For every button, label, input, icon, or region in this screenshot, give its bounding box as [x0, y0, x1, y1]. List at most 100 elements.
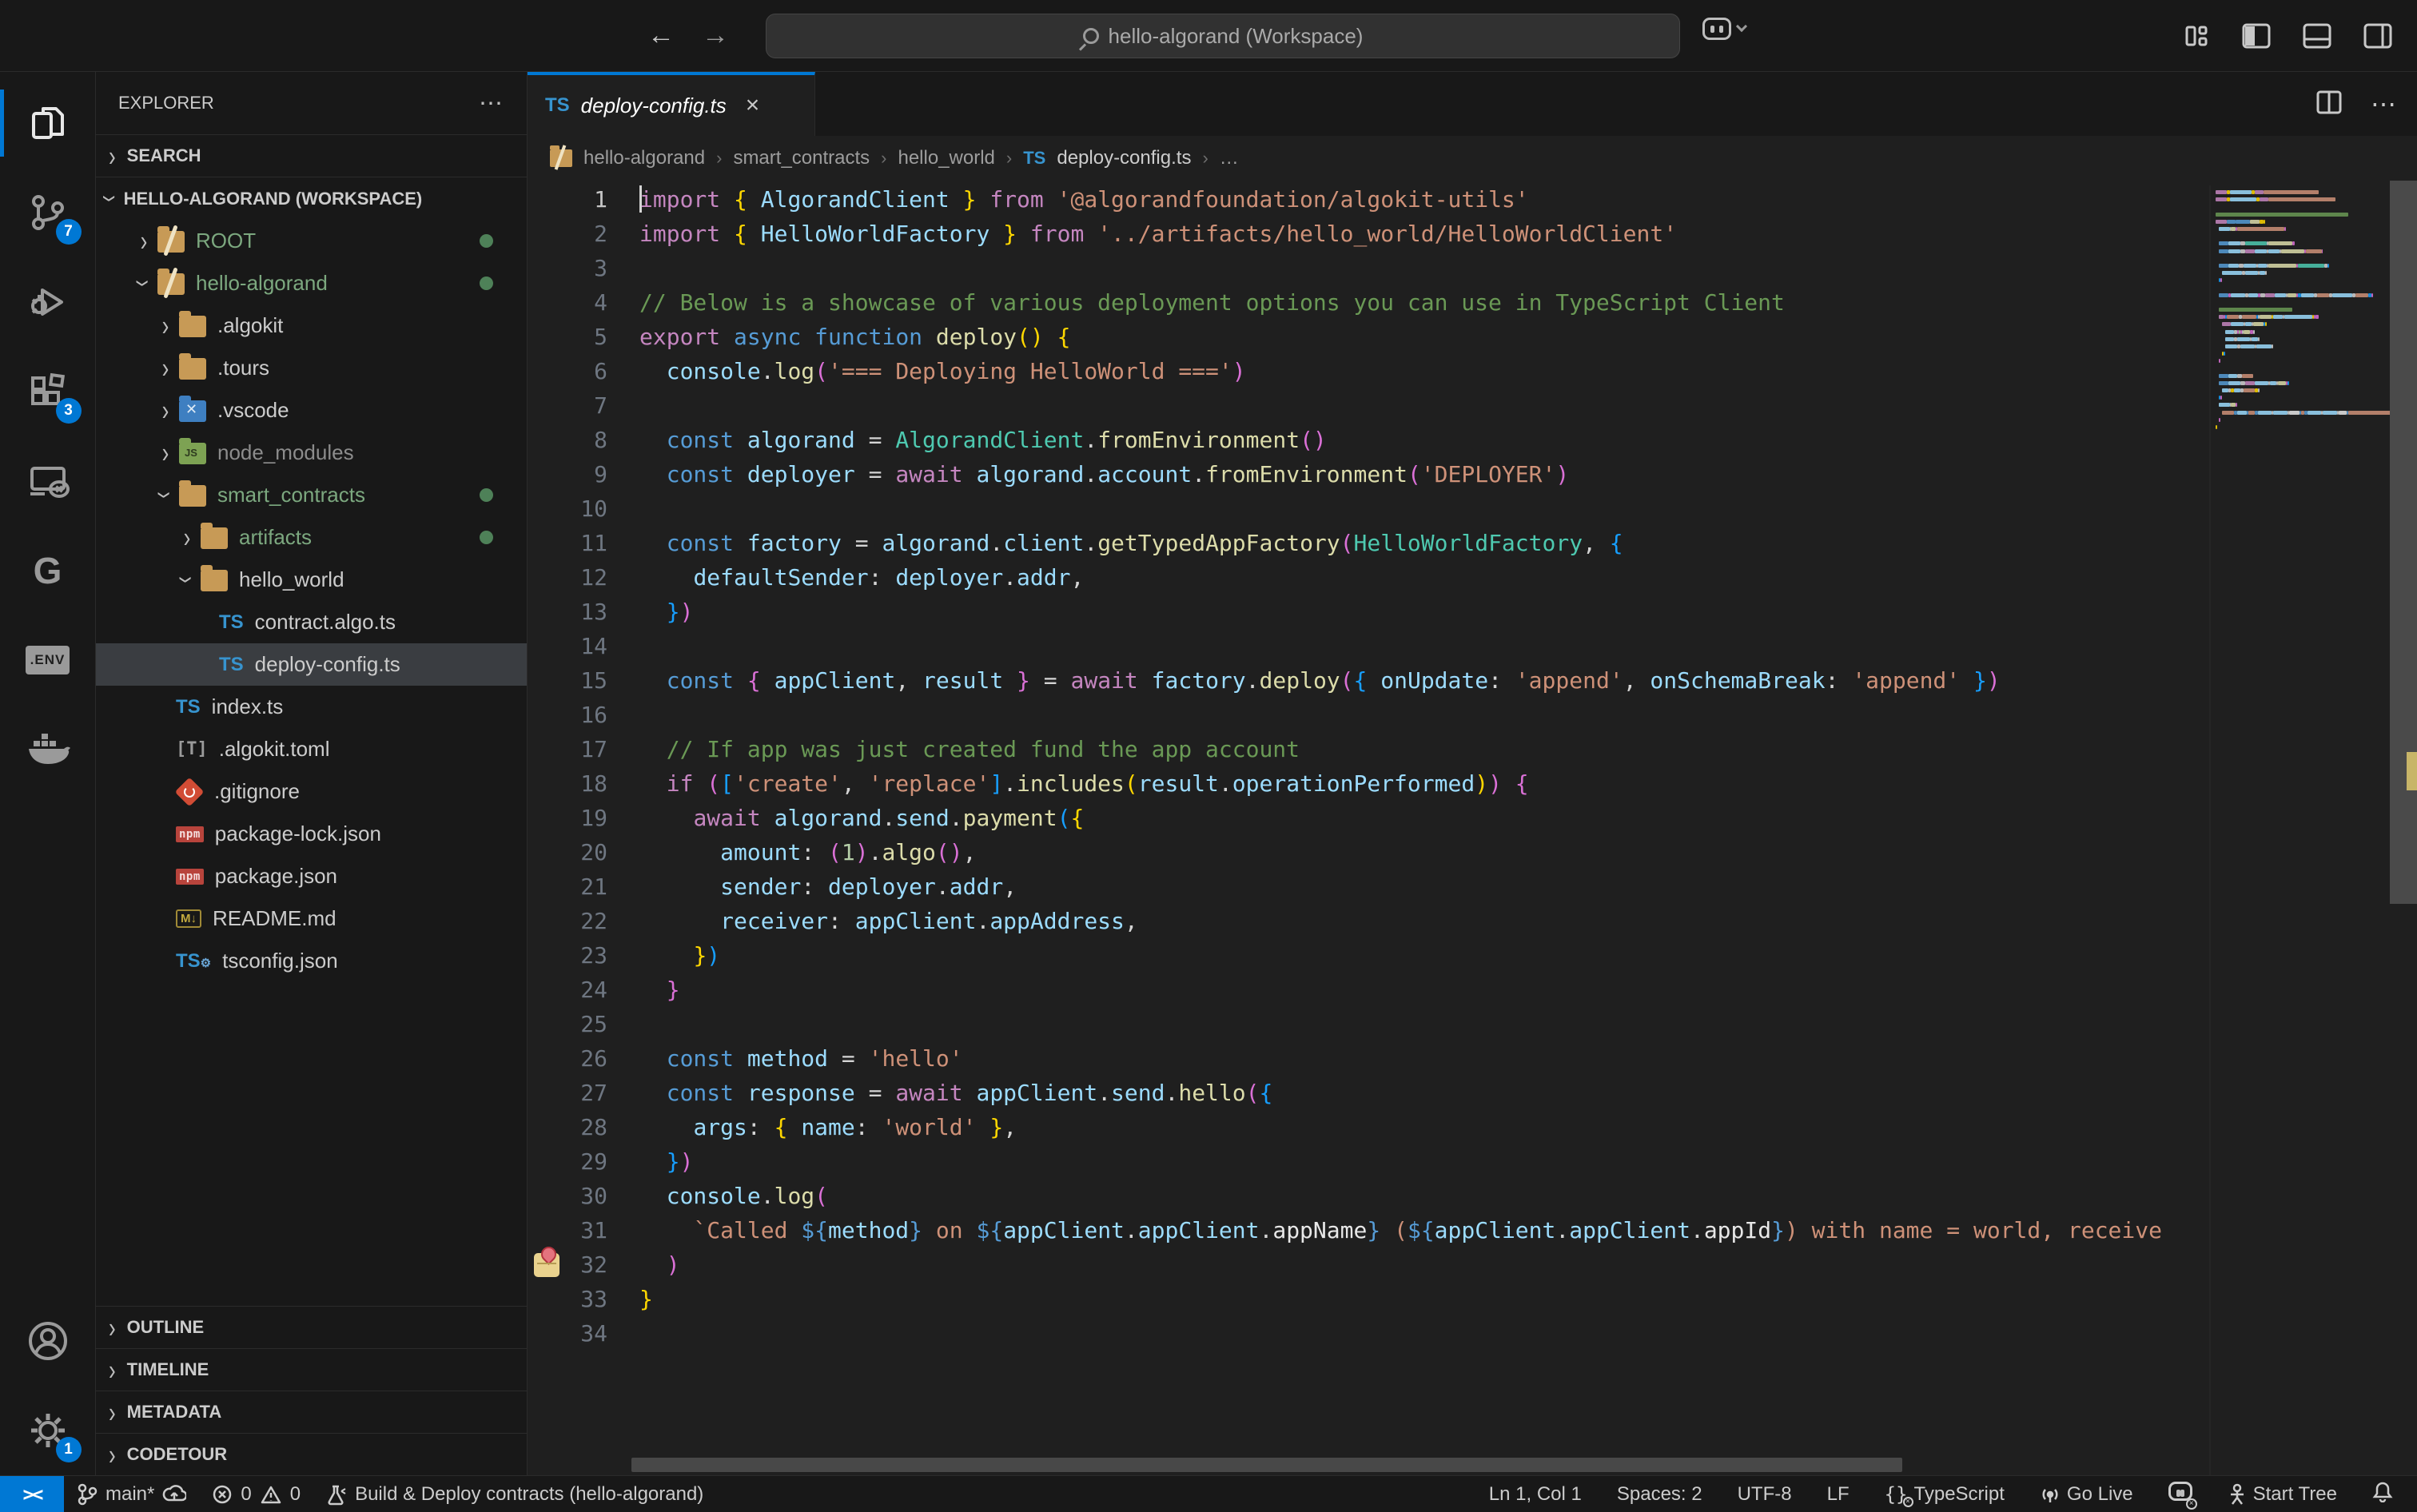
account-icon[interactable] — [0, 1296, 96, 1386]
code-line[interactable]: 27 const response = await appClient.send… — [528, 1076, 2209, 1110]
code-line[interactable]: 3 — [528, 251, 2209, 285]
breadcrumb-item[interactable]: deploy-config.ts — [1057, 147, 1191, 169]
code-line[interactable]: 34 — [528, 1316, 2209, 1351]
vertical-scrollbar[interactable] — [2390, 181, 2417, 1475]
branch-status[interactable]: main* — [64, 1476, 199, 1512]
breadcrumb-item[interactable]: hello_world — [898, 147, 994, 169]
code-line[interactable]: 20 amount: (1).algo(), — [528, 835, 2209, 869]
tree-item--algokit-toml[interactable]: [T].algokit.toml — [96, 728, 527, 770]
toggle-secondary-sidebar-icon[interactable] — [2363, 22, 2393, 50]
cursor-position-status[interactable]: Ln 1, Col 1 — [1489, 1483, 1582, 1506]
code-line[interactable]: 5export async function deploy() { — [528, 320, 2209, 354]
remote-explorer-icon[interactable] — [0, 436, 96, 526]
docker-icon[interactable] — [0, 705, 96, 794]
code-line[interactable]: 11 const factory = algorand.client.getTy… — [528, 526, 2209, 560]
code-line[interactable]: 19 await algorand.send.payment({ — [528, 801, 2209, 835]
tree-item-tsconfig-json[interactable]: TS⚙tsconfig.json — [96, 940, 527, 982]
code-line[interactable]: 31 `Called ${method} on ${appClient.appC… — [528, 1213, 2209, 1247]
code-line[interactable]: 13 }) — [528, 595, 2209, 629]
tree-item--algokit[interactable]: ›.algokit — [96, 304, 527, 347]
code-line[interactable]: 30 console.log( — [528, 1179, 2209, 1213]
code-line[interactable]: 18 if (['create', 'replace'].includes(re… — [528, 766, 2209, 801]
extensions-icon[interactable]: 3 — [0, 347, 96, 436]
code-line[interactable]: 17 // If app was just created fund the a… — [528, 732, 2209, 766]
tree-item-contract-algo-ts[interactable]: TScontract.algo.ts — [96, 601, 527, 643]
task-status[interactable]: Build & Deploy contracts (hello-algorand… — [313, 1476, 716, 1512]
command-center[interactable]: hello-algorand (Workspace) — [766, 14, 1680, 58]
code-line[interactable]: 8 const algorand = AlgorandClient.fromEn… — [528, 423, 2209, 457]
tree-item-hello-world[interactable]: ›hello_world — [96, 559, 527, 601]
code-line[interactable]: 26 const method = 'hello' — [528, 1041, 2209, 1076]
code-line[interactable]: 6 console.log('=== Deploying HelloWorld … — [528, 354, 2209, 388]
workspace-header[interactable]: › HELLO-ALGORAND (WORKSPACE) — [96, 177, 527, 220]
section-metadata[interactable]: ›METADATA — [96, 1391, 527, 1433]
code-editor[interactable]: 1import { AlgorandClient } from '@algora… — [528, 181, 2417, 1475]
code-line[interactable]: 7 — [528, 388, 2209, 423]
dotenv-icon[interactable]: .ENV — [0, 615, 96, 705]
code-line[interactable]: 33} — [528, 1282, 2209, 1316]
code-line[interactable]: 12 defaultSender: deployer.addr, — [528, 560, 2209, 595]
code-line[interactable]: 1import { AlgorandClient } from '@algora… — [528, 182, 2209, 217]
tree-item-package-json[interactable]: npmpackage.json — [96, 855, 527, 897]
nav-back-icon[interactable]: ← — [647, 20, 675, 51]
code-line[interactable]: 25 — [528, 1007, 2209, 1041]
tab-close-icon[interactable]: × — [746, 92, 760, 119]
encoding-status[interactable]: UTF-8 — [1738, 1483, 1792, 1506]
code-line[interactable]: 29 }) — [528, 1144, 2209, 1179]
tree-item-hello-algorand[interactable]: ›hello-algorand — [96, 262, 527, 304]
tree-item-smart-contracts[interactable]: ›smart_contracts — [96, 474, 527, 516]
language-status[interactable]: {}× TypeScript — [1885, 1476, 2005, 1512]
customize-layout-icon[interactable] — [2182, 22, 2211, 50]
copilot-status-icon[interactable]: × — [2168, 1482, 2192, 1506]
tree-item-node-modules[interactable]: ›node_modules — [96, 432, 527, 474]
section-outline[interactable]: ›OUTLINE — [96, 1306, 527, 1348]
code-line[interactable]: 22 receiver: appClient.appAddress, — [528, 904, 2209, 938]
code-lines[interactable]: 1import { AlgorandClient } from '@algora… — [528, 181, 2209, 1475]
code-line[interactable]: 4// Below is a showcase of various deplo… — [528, 285, 2209, 320]
remote-indicator[interactable]: >< — [0, 1476, 64, 1512]
code-line[interactable]: 2import { HelloWorldFactory } from '../a… — [528, 217, 2209, 251]
tree-item-package-lock-json[interactable]: npmpackage-lock.json — [96, 813, 527, 855]
tree-item-readme-md[interactable]: M↓README.md — [96, 897, 527, 940]
editor-more-actions-icon[interactable]: ⋯ — [2371, 89, 2396, 119]
tab-deploy-config[interactable]: TS deploy-config.ts × — [528, 72, 815, 136]
horizontal-scrollbar[interactable] — [631, 1458, 1902, 1472]
code-line[interactable]: 16 — [528, 698, 2209, 732]
code-line[interactable]: 14 — [528, 629, 2209, 663]
go-live-status[interactable]: Go Live — [2040, 1476, 2133, 1512]
code-line[interactable]: 15 const { appClient, result } = await f… — [528, 663, 2209, 698]
codetour-map-icon[interactable] — [534, 1253, 559, 1277]
split-editor-icon[interactable] — [2315, 89, 2343, 120]
code-line[interactable]: 21 sender: deployer.addr, — [528, 869, 2209, 904]
notifications-bell-icon[interactable] — [2372, 1480, 2393, 1508]
problems-status[interactable]: 0 0 — [199, 1476, 313, 1512]
tree-item--vscode[interactable]: ›.vscode — [96, 389, 527, 432]
code-line[interactable]: 9 const deployer = await algorand.accoun… — [528, 457, 2209, 491]
section-search[interactable]: › SEARCH — [96, 134, 527, 177]
tree-item-root[interactable]: ›ROOT — [96, 220, 527, 262]
eol-status[interactable]: LF — [1827, 1483, 1850, 1506]
code-line[interactable]: 32 ) — [528, 1247, 2209, 1282]
nav-forward-icon[interactable]: → — [702, 20, 729, 51]
explorer-icon[interactable] — [0, 78, 96, 168]
breadcrumb-item[interactable]: hello-algorand — [583, 147, 705, 169]
code-line[interactable]: 23 }) — [528, 938, 2209, 973]
start-tree-status[interactable]: Start Tree — [2228, 1476, 2337, 1512]
gitlens-icon[interactable]: G — [0, 526, 96, 615]
indentation-status[interactable]: Spaces: 2 — [1617, 1483, 1702, 1506]
code-line[interactable]: 10 — [528, 491, 2209, 526]
code-line[interactable]: 28 args: { name: 'world' }, — [528, 1110, 2209, 1144]
minimap[interactable] — [2209, 185, 2390, 1475]
breadcrumb-item[interactable]: smart_contracts — [733, 147, 870, 169]
section-codetour[interactable]: ›CODETOUR — [96, 1433, 527, 1475]
section-timeline[interactable]: ›TIMELINE — [96, 1348, 527, 1391]
run-debug-icon[interactable] — [0, 257, 96, 347]
breadcrumb-item[interactable]: … — [1220, 147, 1239, 169]
copilot-menu[interactable] — [1702, 18, 1746, 40]
tree-item--gitignore[interactable]: .gitignore — [96, 770, 527, 813]
tree-item-index-ts[interactable]: TSindex.ts — [96, 686, 527, 728]
toggle-panel-icon[interactable] — [2302, 22, 2332, 50]
toggle-primary-sidebar-icon[interactable] — [2241, 22, 2272, 50]
explorer-more-actions[interactable]: ⋯ — [479, 90, 504, 117]
source-control-icon[interactable]: 7 — [0, 168, 96, 257]
